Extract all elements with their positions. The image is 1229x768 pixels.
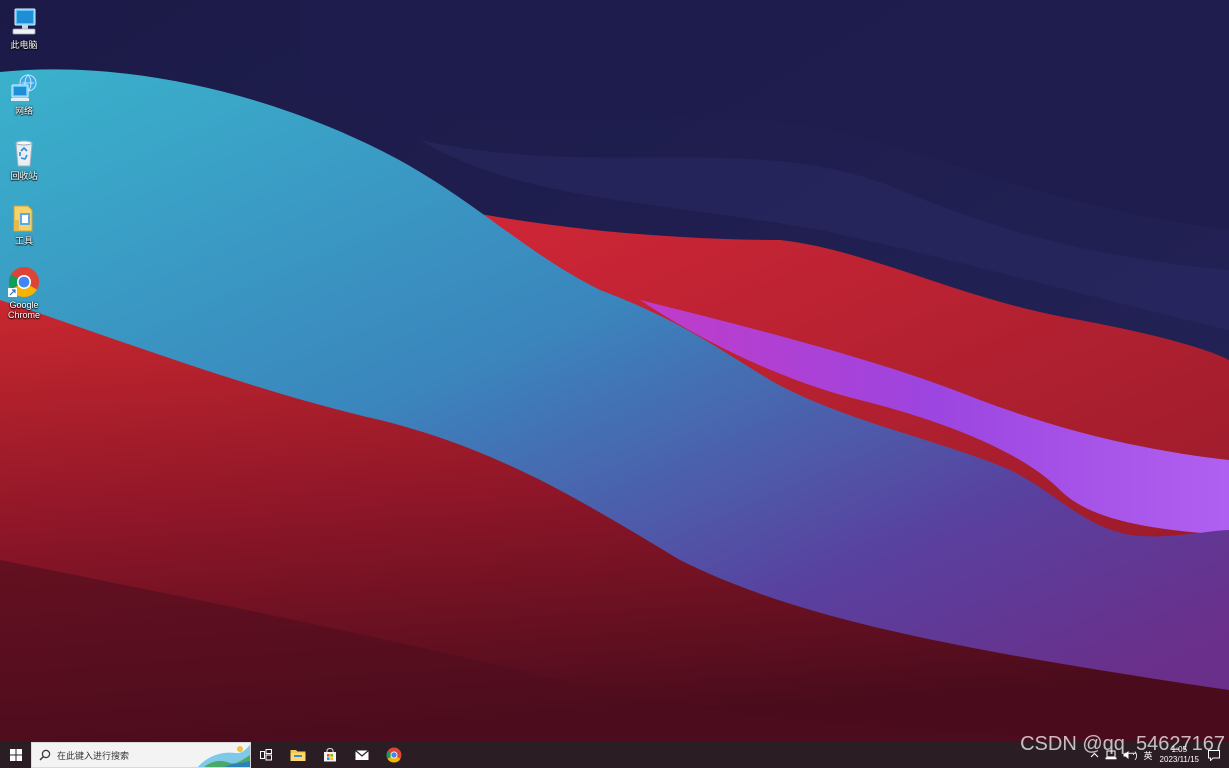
tray-overflow-button[interactable] [1090, 752, 1099, 758]
folder-icon [8, 202, 40, 234]
desktop-icon-google-chrome[interactable]: Google Chrome [2, 266, 46, 320]
wallpaper [0, 0, 1229, 742]
chrome-icon [386, 747, 402, 763]
chrome-icon [8, 266, 40, 298]
mail-icon [355, 750, 369, 760]
desktop-icon-tools[interactable]: 工具 [2, 202, 46, 246]
network-tray-icon [1105, 750, 1117, 760]
store-bag-icon [324, 748, 336, 762]
system-tray: ᐧ) 英 1:05 2023/11/15 [1087, 742, 1229, 768]
notification-icon [1208, 749, 1220, 761]
desktop-icon-label: 回收站 [10, 171, 38, 181]
desktop-icon-this-pc[interactable]: 此电脑 [2, 6, 46, 50]
folder-icon [290, 750, 306, 761]
desktop-icon-label: 工具 [14, 236, 33, 246]
volume-icon [1123, 751, 1129, 759]
search-placeholder: 在此键入进行搜索 [57, 750, 130, 761]
search-highlight-image[interactable] [196, 743, 250, 768]
notification-center-button[interactable] [1208, 749, 1226, 761]
ime-label: 英 [1143, 750, 1153, 761]
start-button[interactable] [0, 742, 31, 768]
chrome-taskbar-button[interactable] [382, 742, 406, 768]
desktop-icon-network[interactable]: 网络 [2, 72, 46, 116]
desktop-icon-recycle-bin[interactable]: 回收站 [2, 137, 46, 181]
desktop-icon-label: 网络 [14, 106, 33, 116]
clock[interactable]: 1:05 2023/11/15 [1160, 745, 1199, 765]
desktop-icon-label: 此电脑 [10, 40, 38, 50]
clock-time: 1:05 [1171, 745, 1188, 754]
tray-network-button[interactable] [1105, 750, 1117, 760]
volume-label: ᐧ) [1132, 749, 1138, 760]
search-icon [39, 749, 51, 761]
computer-icon [8, 6, 40, 38]
taskbar: 在此键入进行搜索 ᐧ) 英 1:05 2023/11/15 [0, 742, 1229, 768]
ime-button[interactable]: 英 [1144, 749, 1153, 762]
task-view-button[interactable] [254, 742, 278, 768]
desktop-icon-label: Google Chrome [7, 300, 40, 320]
store-button[interactable] [318, 742, 342, 768]
task-view-icon [260, 749, 272, 761]
recycle-bin-icon [8, 137, 40, 169]
network-icon [8, 72, 40, 104]
chevron-up-icon [1090, 752, 1099, 758]
search-box[interactable]: 在此键入进行搜索 [31, 742, 251, 768]
file-explorer-button[interactable] [286, 742, 310, 768]
desktop: 此电脑 网络 回收站 工具 Google Chrome [0, 0, 1229, 742]
clock-date: 2023/11/15 [1159, 755, 1199, 764]
windows-logo-icon [9, 749, 22, 761]
tray-volume-button[interactable]: ᐧ) [1123, 749, 1138, 761]
mail-button[interactable] [350, 742, 374, 768]
